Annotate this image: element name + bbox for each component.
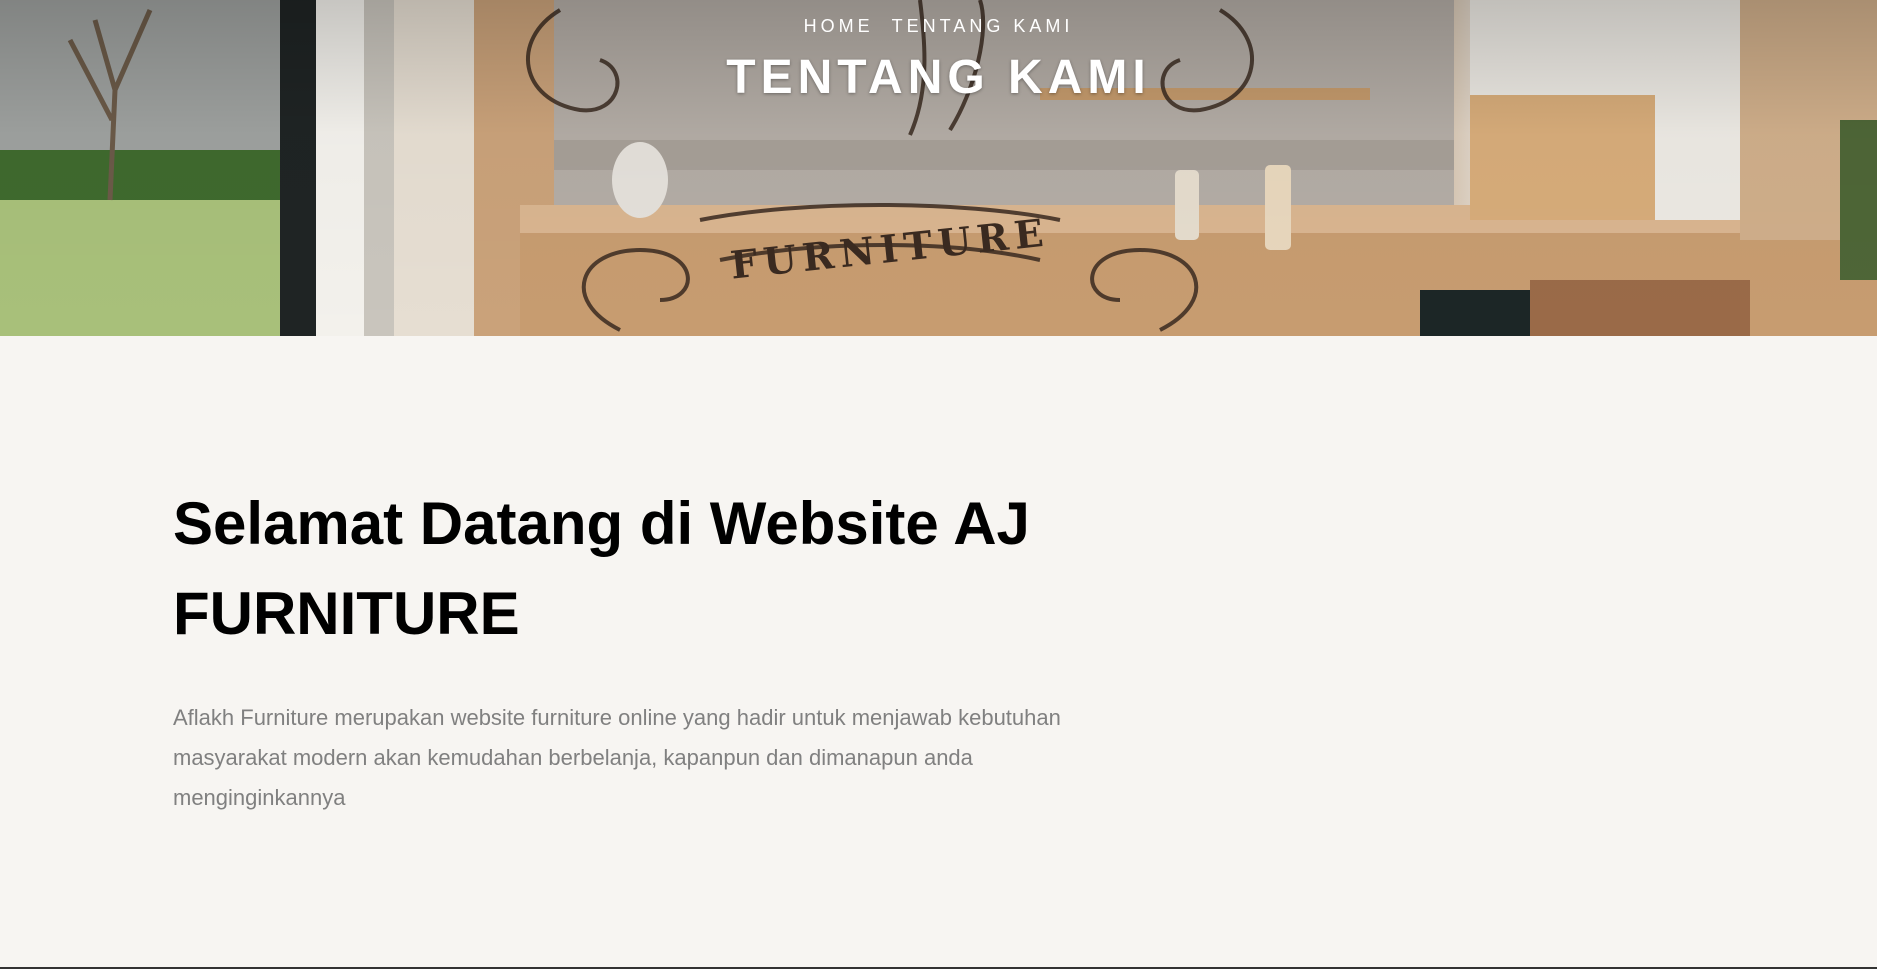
page-title: TENTANG KAMI (726, 51, 1151, 104)
breadcrumb: HOME TENTANG KAMI (0, 16, 1877, 37)
breadcrumb-current: TENTANG KAMI (891, 16, 1074, 36)
intro-paragraph: Aflakh Furniture merupakan website furni… (173, 705, 1061, 810)
welcome-heading: Selamat Datang di Website AJ FURNITURE (173, 490, 1030, 647)
breadcrumb-home-link[interactable]: HOME (804, 16, 874, 36)
hero-banner: FURNITURE HOMETENTANG KAMI TENTANG KAMI (0, 0, 1877, 336)
about-section: Selamat Datang di Website AJ FURNITURE A… (0, 336, 1877, 969)
